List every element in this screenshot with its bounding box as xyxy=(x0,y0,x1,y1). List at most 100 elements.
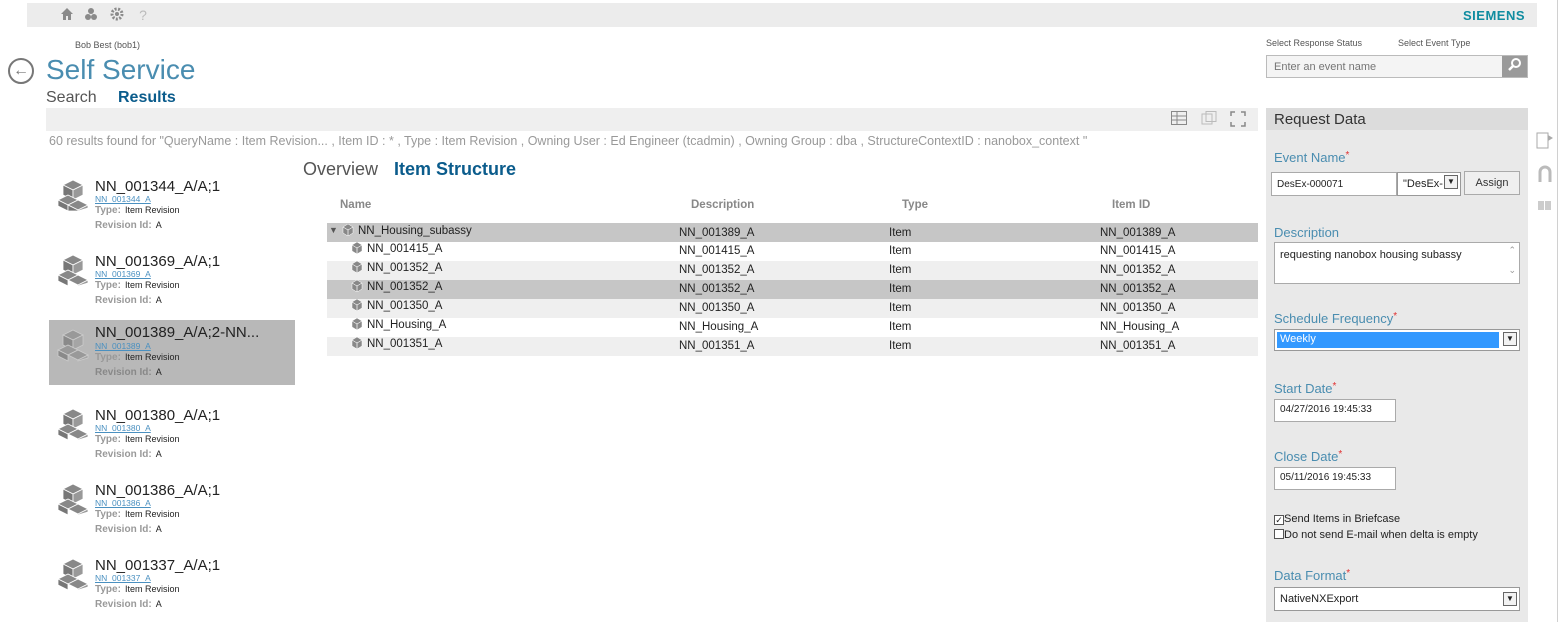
scroll-up-icon[interactable]: ⌃ xyxy=(1508,245,1516,256)
clipboard-icon[interactable] xyxy=(1536,198,1554,216)
close-date-field[interactable]: 05/11/2016 19:45:33 xyxy=(1274,467,1396,490)
row-description: NN_001351_A xyxy=(679,340,755,352)
result-id-link[interactable]: NN_001389_A xyxy=(95,341,151,351)
row-type: Item xyxy=(889,245,912,257)
start-date-field[interactable]: 04/27/2016 19:45:33 xyxy=(1274,399,1396,422)
select-event-type[interactable]: Select Event Type xyxy=(1398,38,1470,48)
col-item-id[interactable]: Item ID xyxy=(1112,199,1150,211)
home-icon[interactable] xyxy=(59,7,75,23)
expand-toggle-icon[interactable]: ▼ xyxy=(329,225,338,235)
copy-icon[interactable] xyxy=(1200,111,1218,127)
item-revision-icon xyxy=(57,483,89,516)
description-value: requesting nanobox housing subassy xyxy=(1280,249,1462,261)
search-icon[interactable] xyxy=(1502,56,1527,77)
assign-button[interactable]: Assign xyxy=(1464,171,1520,195)
row-type: Item xyxy=(889,302,912,314)
result-id-link[interactable]: NN_001344_A xyxy=(95,194,151,204)
result-title[interactable]: NN_001380_A/A;1 xyxy=(95,407,220,424)
org-icon[interactable] xyxy=(83,7,99,23)
table-row[interactable]: ▼ NN_Housing_subassy NN_001389_A Item NN… xyxy=(327,223,1258,242)
table-view-icon[interactable] xyxy=(1170,111,1188,127)
crumb-results[interactable]: Results xyxy=(118,89,176,107)
item-icon xyxy=(351,242,363,254)
col-type[interactable]: Type xyxy=(902,199,928,211)
result-id-link[interactable]: NN_001386_A xyxy=(95,498,151,508)
result-item[interactable]: NN_001337_A/A;1 NN_001337_A Type: Item Re… xyxy=(49,549,295,622)
event-name-field[interactable]: DesEx-000071 xyxy=(1271,172,1397,196)
select-response-status[interactable]: Select Response Status xyxy=(1266,38,1362,48)
col-description[interactable]: Description xyxy=(691,199,754,211)
result-id-link[interactable]: NN_001380_A xyxy=(95,423,151,433)
result-id-link[interactable]: NN_001369_A xyxy=(95,269,151,279)
description-field[interactable]: requesting nanobox housing subassy ⌃ ⌄ xyxy=(1274,242,1520,284)
no-email-option[interactable]: Do not send E-mail when delta is empty xyxy=(1274,529,1478,541)
table-row[interactable]: NN_001352_A NN_001352_A Item NN_001352_A xyxy=(327,280,1258,299)
result-id-link[interactable]: NN_001337_A xyxy=(95,573,151,583)
page-title: Self Service xyxy=(46,54,196,85)
close-date-label: Close Date* xyxy=(1274,449,1343,464)
result-revision: Revision Id: A xyxy=(95,220,162,231)
tab-item-structure[interactable]: Item Structure xyxy=(394,159,516,180)
results-list: NN_001344_A/A;1 NN_001344_A Type: Item Re… xyxy=(49,170,295,622)
chevron-down-icon[interactable]: ▼ xyxy=(1503,332,1517,346)
result-title[interactable]: NN_001337_A/A;1 xyxy=(95,557,220,574)
brand-logo: SIEMENS xyxy=(1462,8,1525,23)
row-type: Item xyxy=(889,227,912,239)
top-bar: ? SIEMENS xyxy=(27,3,1537,27)
table-row[interactable]: NN_001351_A NN_001351_A Item NN_001351_A xyxy=(327,337,1258,356)
item-revision-icon xyxy=(57,179,89,212)
data-format-value: NativeNXExport xyxy=(1280,593,1359,605)
tab-overview[interactable]: Overview xyxy=(303,159,378,180)
result-item[interactable]: NN_001386_A/A;1 NN_001386_A Type: Item Re… xyxy=(49,474,295,549)
row-name: NN_001415_A xyxy=(351,242,442,255)
result-title[interactable]: NN_001344_A/A;1 xyxy=(95,178,220,195)
crumb-search[interactable]: Search xyxy=(46,89,97,107)
horseshoe-icon[interactable] xyxy=(1536,165,1554,183)
result-type: Type: Item Revision xyxy=(95,509,180,520)
result-item[interactable]: NN_001344_A/A;1 NN_001344_A Type: Item Re… xyxy=(49,170,295,245)
result-item[interactable]: NN_001369_A/A;1 NN_001369_A Type: Item Re… xyxy=(49,245,295,320)
row-name: NN_Housing_subassy xyxy=(342,224,472,237)
fullscreen-icon[interactable] xyxy=(1229,111,1247,127)
result-item[interactable]: NN_001380_A/A;1 NN_001380_A Type: Item Re… xyxy=(49,399,295,474)
result-type: Type: Item Revision xyxy=(95,205,180,216)
table-row[interactable]: NN_001350_A NN_001350_A Item NN_001350_A xyxy=(327,299,1258,318)
col-name[interactable]: Name xyxy=(340,199,371,211)
collapse-panel-icon[interactable] xyxy=(1536,130,1554,149)
row-type: Item xyxy=(889,264,912,276)
gear-icon[interactable] xyxy=(109,7,125,23)
row-description: NN_001389_A xyxy=(679,227,755,239)
table-row[interactable]: NN_001415_A NN_001415_A Item NN_001415_A xyxy=(327,242,1258,261)
no-email-checkbox[interactable] xyxy=(1274,529,1284,539)
item-icon xyxy=(351,261,363,273)
data-format-select[interactable]: NativeNXExport ▼ xyxy=(1274,587,1520,611)
start-date-label: Start Date* xyxy=(1274,381,1337,396)
event-search-input[interactable] xyxy=(1267,56,1499,77)
back-icon[interactable]: ← xyxy=(8,58,34,84)
scroll-down-icon[interactable]: ⌄ xyxy=(1508,265,1516,276)
event-type-select[interactable]: "DesEx- ▼ xyxy=(1397,172,1461,196)
result-title[interactable]: NN_001369_A/A;1 xyxy=(95,253,220,270)
send-briefcase-option[interactable]: ✓Send Items in Briefcase xyxy=(1274,513,1400,525)
result-revision: Revision Id: A xyxy=(95,524,162,535)
row-name: NN_001351_A xyxy=(351,337,442,350)
help-icon[interactable]: ? xyxy=(135,7,151,23)
result-revision: Revision Id: A xyxy=(95,449,162,460)
result-title[interactable]: NN_001389_A/A;2-NN... xyxy=(95,324,259,341)
result-title[interactable]: NN_001386_A/A;1 xyxy=(95,482,220,499)
item-icon xyxy=(351,299,363,311)
chevron-down-icon[interactable]: ▼ xyxy=(1444,175,1458,189)
schedule-frequency-select[interactable]: Weekly ▼ xyxy=(1274,329,1520,351)
data-format-label: Data Format* xyxy=(1274,568,1351,583)
user-label: Bob Best (bob1) xyxy=(75,40,141,50)
result-type: Type: Item Revision xyxy=(95,434,180,445)
send-briefcase-checkbox[interactable]: ✓ xyxy=(1274,515,1284,525)
row-item-id: NN_001415_A xyxy=(1100,245,1176,257)
schedule-frequency-value: Weekly xyxy=(1277,332,1499,348)
table-row[interactable]: NN_001352_A NN_001352_A Item NN_001352_A xyxy=(327,261,1258,280)
result-item-selected[interactable]: NN_001389_A/A;2-NN... NN_001389_A Type: I… xyxy=(49,320,295,385)
result-revision: Revision Id: A xyxy=(95,295,162,306)
chevron-down-icon[interactable]: ▼ xyxy=(1503,592,1517,606)
table-row[interactable]: NN_Housing_A NN_Housing_A Item NN_Housin… xyxy=(327,318,1258,337)
description-label: Description xyxy=(1274,225,1340,240)
